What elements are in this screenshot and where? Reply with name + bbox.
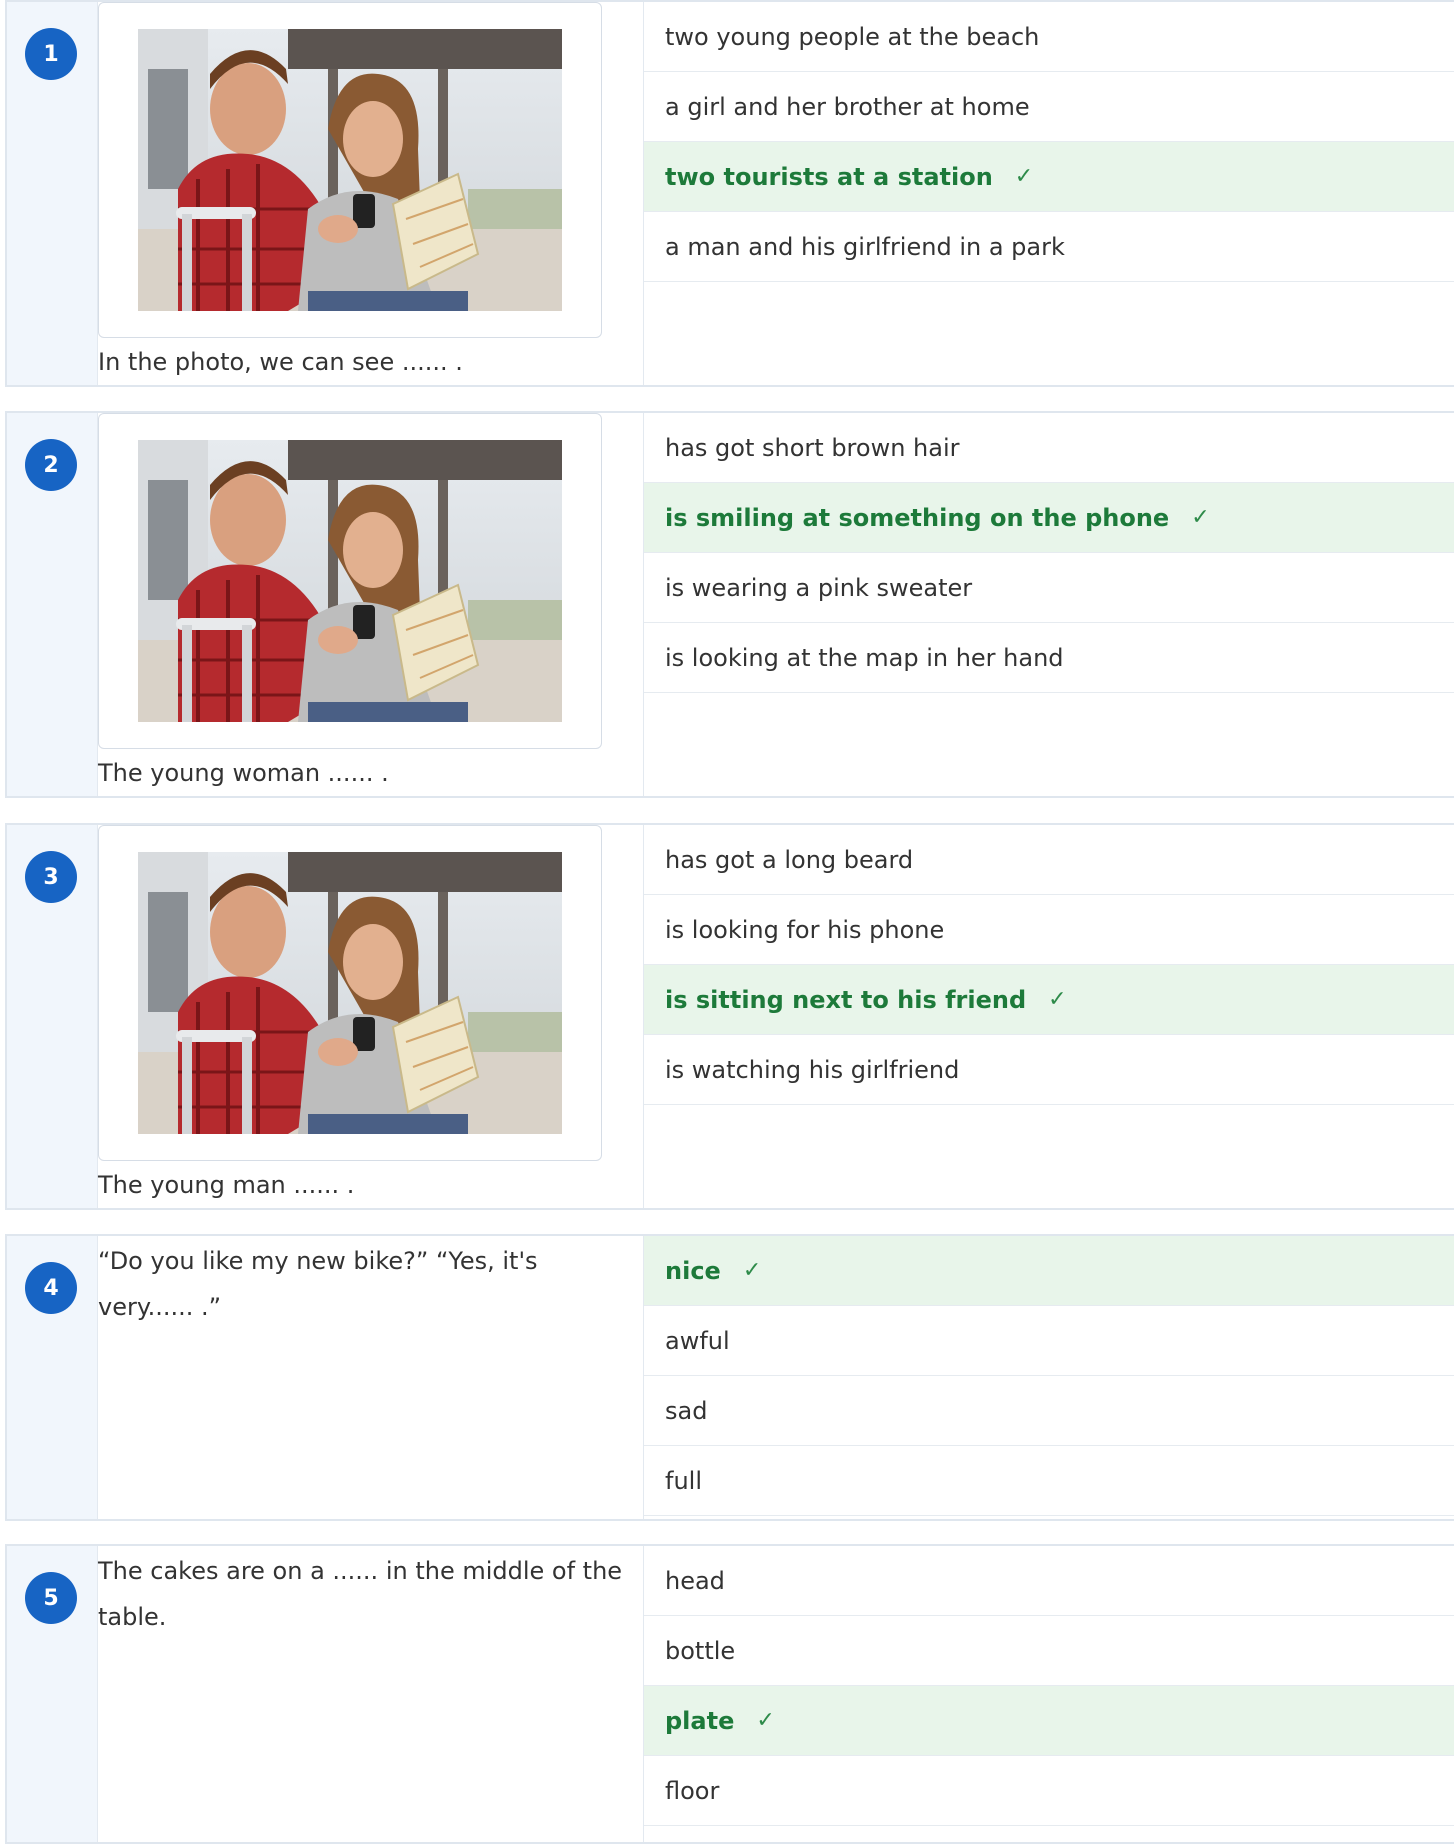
tourists-photo: [138, 440, 562, 722]
tourists-photo: [138, 29, 562, 311]
answer-option[interactable]: is looking for his phone ✓: [644, 895, 1454, 965]
answer-option[interactable]: is looking at the map in her hand ✓: [644, 623, 1454, 693]
answer-option-label: has got a long beard: [665, 845, 914, 874]
question-image: [98, 825, 602, 1161]
answer-option[interactable]: awful ✓: [644, 1306, 1454, 1376]
answer-option[interactable]: head ✓: [644, 1546, 1454, 1616]
answer-option[interactable]: has got a long beard ✓: [644, 825, 1454, 895]
answer-option[interactable]: sad ✓: [644, 1376, 1454, 1446]
question-prompt: In the photo, we can see ...... .: [98, 348, 463, 376]
answer-option[interactable]: a girl and her brother at home ✓: [644, 72, 1454, 142]
question-block: 1 In the photo, we can see ...... . two …: [5, 0, 1454, 387]
answer-option-label: a man and his girlfriend in a park: [665, 232, 1065, 261]
question-image: [98, 2, 602, 338]
answer-option-label: is watching his girlfriend: [665, 1055, 960, 1084]
answer-option-label: a girl and her brother at home: [665, 92, 1030, 121]
question-prompt: “Do you like my new bike?” “Yes, it's ve…: [98, 1247, 538, 1321]
question-image: [98, 413, 602, 749]
answer-option-correct[interactable]: is sitting next to his friend ✓: [644, 965, 1454, 1035]
answer-option-correct[interactable]: plate ✓: [644, 1686, 1454, 1756]
answer-option[interactable]: has got short brown hair ✓: [644, 413, 1454, 483]
question-number-badge: 4: [25, 1262, 77, 1314]
answer-option-label: is looking at the map in her hand: [665, 643, 1064, 672]
check-icon: ✓: [742, 1258, 762, 1283]
question-gutter: 5: [7, 1546, 98, 1842]
answer-option[interactable]: two young people at the beach ✓: [644, 2, 1454, 72]
question-gutter: 4: [7, 1236, 98, 1519]
answer-option-label: head: [665, 1566, 725, 1595]
answer-option-label: nice: [665, 1256, 721, 1285]
answer-option-label: plate: [665, 1706, 735, 1735]
answer-option-label: is wearing a pink sweater: [665, 573, 973, 602]
answer-option-label: awful: [665, 1326, 730, 1355]
answer-option-label: has got short brown hair: [665, 433, 960, 462]
tourists-photo: [138, 852, 562, 1134]
answer-option-label: bottle: [665, 1636, 736, 1665]
answer-option[interactable]: floor ✓: [644, 1756, 1454, 1826]
answer-option[interactable]: a man and his girlfriend in a park ✓: [644, 212, 1454, 282]
answer-options: has got short brown hair ✓ is smiling at…: [644, 413, 1454, 693]
question-block: 5 The cakes are on a ...... in the middl…: [5, 1544, 1454, 1844]
question-prompt: The young man ...... .: [98, 1171, 355, 1199]
question-prompt: The cakes are on a ...... in the middle …: [98, 1557, 623, 1631]
question-number-badge: 1: [25, 28, 77, 80]
answer-option-label: is sitting next to his friend: [665, 985, 1027, 1014]
answer-option-label: is looking for his phone: [665, 915, 945, 944]
answer-option[interactable]: is watching his girlfriend ✓: [644, 1035, 1454, 1105]
answer-options: has got a long beard ✓ is looking for hi…: [644, 825, 1454, 1105]
answer-option[interactable]: is wearing a pink sweater ✓: [644, 553, 1454, 623]
answer-option-label: two tourists at a station: [665, 162, 993, 191]
answer-option-correct[interactable]: two tourists at a station ✓: [644, 142, 1454, 212]
question-gutter: 2: [7, 413, 98, 796]
question-block: 2 The young woman ...... . has got short…: [5, 411, 1454, 798]
answer-options: nice ✓ awful ✓ sad ✓ full ✓: [644, 1236, 1454, 1516]
answer-option-label: sad: [665, 1396, 708, 1425]
question-stem: In the photo, we can see ...... .: [98, 2, 644, 385]
answer-option-correct[interactable]: nice ✓: [644, 1236, 1454, 1306]
check-icon: ✓: [756, 1708, 775, 1733]
question-stem: “Do you like my new bike?” “Yes, it's ve…: [98, 1236, 644, 1519]
question-prompt: The young woman ...... .: [98, 759, 389, 787]
answer-option[interactable]: full ✓: [644, 1446, 1454, 1516]
answer-option-label: floor: [665, 1776, 720, 1805]
answer-option-label: two young people at the beach: [665, 22, 1040, 51]
question-number-badge: 5: [25, 1572, 77, 1624]
answer-option-label: full: [665, 1466, 702, 1495]
check-icon: ✓: [1191, 505, 1210, 530]
question-stem: The young woman ...... .: [98, 413, 644, 796]
question-stem: The young man ...... .: [98, 825, 644, 1208]
question-gutter: 3: [7, 825, 98, 1208]
answer-option-correct[interactable]: is smiling at something on the phone ✓: [644, 483, 1454, 553]
question-block: 3 The young man ...... . has got a long …: [5, 823, 1454, 1210]
question-number-badge: 3: [25, 851, 77, 903]
check-icon: ✓: [1048, 987, 1067, 1012]
question-stem: The cakes are on a ...... in the middle …: [98, 1546, 644, 1842]
answer-option-label: is smiling at something on the phone: [665, 503, 1170, 532]
answer-option[interactable]: bottle ✓: [644, 1616, 1454, 1686]
answer-options: two young people at the beach ✓ a girl a…: [644, 2, 1454, 282]
question-block: 4 “Do you like my new bike?” “Yes, it's …: [5, 1234, 1454, 1521]
check-icon: ✓: [1014, 164, 1034, 189]
answer-options: head ✓ bottle ✓ plate ✓ floor ✓: [644, 1546, 1454, 1826]
quiz-container: 1 In the photo, we can see ...... . two …: [0, 0, 1454, 1844]
question-gutter: 1: [7, 2, 98, 385]
question-number-badge: 2: [25, 439, 77, 491]
